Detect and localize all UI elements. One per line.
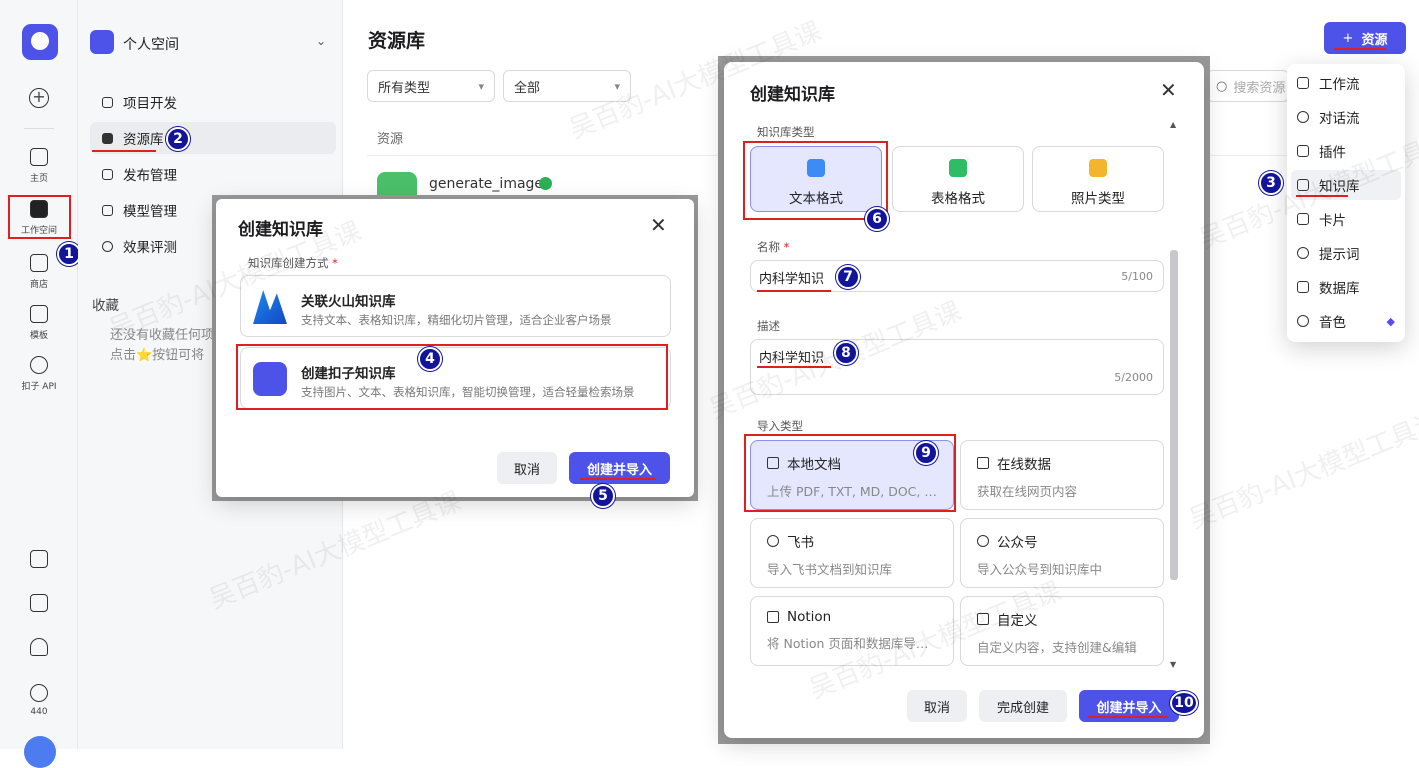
method-label: 知识库创建方式 bbox=[248, 256, 329, 270]
step-2: 2 bbox=[166, 127, 190, 151]
chevron-down-icon: ▾ bbox=[478, 79, 484, 93]
star-icon bbox=[30, 684, 48, 702]
scope-filter[interactable]: 全部 ▾ bbox=[503, 70, 631, 102]
chat-icon bbox=[1297, 111, 1309, 123]
home-icon bbox=[30, 148, 48, 166]
name-count: 5/100 bbox=[1121, 270, 1153, 283]
dialog-title: 创建知识库 bbox=[750, 85, 835, 105]
plugin-icon bbox=[1297, 145, 1309, 157]
rocket-icon bbox=[102, 168, 113, 180]
table-icon bbox=[949, 159, 967, 177]
type-table[interactable]: 表格格式 bbox=[892, 146, 1024, 212]
verified-icon bbox=[539, 177, 552, 190]
import-online[interactable]: 在线数据 获取在线网页内容 bbox=[960, 440, 1164, 510]
favorites-empty-2: 点击⭐按钮可将 bbox=[110, 348, 205, 363]
edit-icon bbox=[977, 613, 989, 625]
docs-icon[interactable] bbox=[0, 594, 78, 616]
name-input[interactable]: 内科学知识 5/100 bbox=[750, 260, 1164, 292]
step-6: 6 bbox=[865, 207, 889, 231]
name-label: 名称 bbox=[757, 240, 780, 254]
project-icon bbox=[102, 96, 113, 108]
menu-plugin[interactable]: 插件 bbox=[1291, 136, 1401, 166]
feishu-icon bbox=[767, 535, 779, 547]
space-name[interactable]: 个人空间 bbox=[123, 34, 179, 54]
diamond-icon: ◆ bbox=[1386, 314, 1395, 328]
left-rail: + 主页 工作空间 商店 模板 扣子 API 440 bbox=[0, 0, 78, 768]
done-button[interactable]: 完成创建 bbox=[979, 690, 1067, 722]
add-menu: 工作流 对话流 插件 知识库 卡片 提示词 数据库 音色 ◆ bbox=[1287, 64, 1405, 342]
import-notion[interactable]: Notion 将 Notion 页面和数据库导… bbox=[750, 596, 954, 666]
card-icon bbox=[1297, 213, 1309, 225]
menu-voice[interactable]: 音色 ◆ bbox=[1291, 306, 1401, 336]
menu-chatflow[interactable]: 对话流 bbox=[1291, 102, 1401, 132]
cancel-button[interactable]: 取消 bbox=[497, 452, 557, 484]
wechat-icon bbox=[977, 535, 989, 547]
voice-icon bbox=[1297, 315, 1309, 327]
api-icon bbox=[30, 356, 48, 374]
step-4: 4 bbox=[418, 347, 442, 371]
menu-prompt[interactable]: 提示词 bbox=[1291, 238, 1401, 268]
apps-icon[interactable] bbox=[0, 550, 78, 572]
cancel-button[interactable]: 取消 bbox=[907, 690, 967, 722]
type-image[interactable]: 照片类型 bbox=[1032, 146, 1164, 212]
workflow-icon bbox=[1297, 77, 1309, 89]
search-input[interactable]: ○ 搜索资源 bbox=[1207, 70, 1289, 102]
avatar[interactable] bbox=[24, 736, 56, 768]
notion-icon bbox=[767, 611, 779, 623]
database-icon bbox=[1297, 281, 1309, 293]
import-wechat[interactable]: 公众号 导入公众号到知识库中 bbox=[960, 518, 1164, 588]
search-icon: ○ bbox=[1216, 78, 1228, 94]
bell-icon[interactable] bbox=[0, 638, 78, 660]
chevron-down-icon[interactable]: ⌄ bbox=[316, 34, 326, 48]
page-title: 资源库 bbox=[368, 30, 426, 52]
menu-workflow[interactable]: 工作流 bbox=[1291, 68, 1401, 98]
template-icon bbox=[30, 305, 48, 323]
scrollbar[interactable]: ▲ ▼ bbox=[1168, 120, 1178, 672]
bulb-icon bbox=[1297, 247, 1309, 259]
chevron-down-icon: ▾ bbox=[614, 79, 620, 93]
type-filter[interactable]: 所有类型 ▾ bbox=[367, 70, 495, 102]
image-icon bbox=[1089, 159, 1107, 177]
volcano-logo-icon bbox=[253, 290, 287, 324]
gauge-icon bbox=[102, 240, 113, 252]
rail-template[interactable]: 模板 bbox=[0, 305, 78, 341]
column-header-resource: 资源 bbox=[377, 132, 404, 147]
rail-home[interactable]: 主页 bbox=[0, 148, 78, 184]
import-label: 导入类型 bbox=[757, 419, 803, 433]
step-7: 7 bbox=[836, 265, 860, 289]
menu-database[interactable]: 数据库 bbox=[1291, 272, 1401, 302]
close-icon[interactable]: ✕ bbox=[650, 213, 667, 237]
favorites-empty-1: 还没有收藏任何项 bbox=[110, 328, 215, 343]
plus-icon: + bbox=[1342, 30, 1354, 46]
desc-count: 5/2000 bbox=[1114, 371, 1153, 384]
step-8: 8 bbox=[834, 341, 858, 365]
dialog-title: 创建知识库 bbox=[238, 220, 323, 240]
import-feishu[interactable]: 飞书 导入飞书文档到知识库 bbox=[750, 518, 954, 588]
option-volcano[interactable]: 关联火山知识库 支持文本、表格知识库，精细化切片管理，适合企业客户场景 bbox=[240, 275, 671, 337]
store-icon bbox=[30, 254, 48, 272]
library-icon bbox=[102, 132, 113, 144]
desc-label: 描述 bbox=[757, 319, 780, 333]
import-custom[interactable]: 自定义 自定义内容，支持创建&编辑 bbox=[960, 596, 1164, 666]
points[interactable]: 440 bbox=[0, 684, 78, 717]
web-icon bbox=[977, 457, 989, 469]
menu-card[interactable]: 卡片 bbox=[1291, 204, 1401, 234]
favorites-title: 收藏 bbox=[92, 298, 119, 314]
app-logo[interactable] bbox=[22, 24, 58, 60]
type-label: 知识库类型 bbox=[757, 125, 815, 139]
space-icon bbox=[90, 30, 114, 54]
step-10: 10 bbox=[1170, 691, 1198, 715]
step-5: 5 bbox=[591, 484, 615, 508]
close-icon[interactable]: ✕ bbox=[1160, 78, 1177, 102]
knowledge-icon bbox=[1297, 179, 1309, 191]
step-9: 9 bbox=[914, 441, 938, 465]
rail-api[interactable]: 扣子 API bbox=[0, 356, 78, 392]
nav-publish[interactable]: 发布管理 bbox=[90, 158, 336, 190]
nav-projects[interactable]: 项目开发 bbox=[90, 86, 336, 118]
resource-name[interactable]: generate_image bbox=[429, 176, 543, 192]
create-icon[interactable]: + bbox=[0, 88, 78, 108]
step-3: 3 bbox=[1259, 171, 1283, 195]
model-icon bbox=[102, 204, 113, 216]
highlight-workspace bbox=[8, 195, 71, 239]
